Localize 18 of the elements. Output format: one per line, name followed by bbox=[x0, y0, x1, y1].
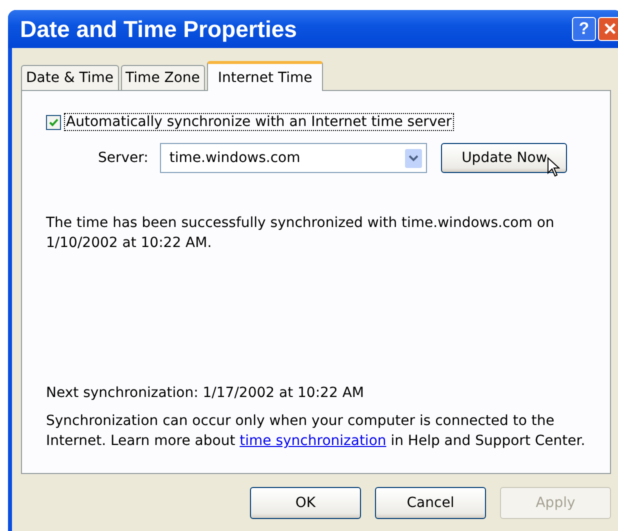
info-paragraph: Synchronization can occur only when your computer is connected to the Internet. Learn more about time synchronization in Help and Support Center. bbox=[46, 412, 586, 451]
mouse-pointer-icon bbox=[547, 157, 560, 177]
checkbox[interactable] bbox=[46, 114, 61, 130]
dialog-button[interactable]: Cancel bbox=[375, 487, 486, 519]
checkbox-label[interactable]: Automatically synchronize with an Internet time server bbox=[64, 113, 454, 131]
server-dropdown[interactable]: time.windows.com bbox=[160, 143, 428, 173]
help-button[interactable]: ? bbox=[572, 17, 596, 41]
window-title: Date and Time Properties bbox=[20, 16, 297, 42]
sync-status-text: The time has been successfully synchronized with time.windows.com on 1/10/2002 at 10:22 AM. bbox=[46, 214, 556, 253]
close-button[interactable]: × bbox=[598, 17, 618, 41]
dialog-button[interactable]: OK bbox=[250, 487, 361, 519]
help-link[interactable]: time synchronization bbox=[240, 433, 386, 449]
server-label: Server: bbox=[98, 150, 148, 166]
next-sync-text: Next synchronization: 1/17/2002 at 10:22 AM bbox=[46, 385, 365, 401]
tab[interactable]: Date & Time bbox=[21, 65, 119, 90]
update-now-button[interactable]: Update Now bbox=[441, 143, 568, 173]
tab[interactable]: Time Zone bbox=[120, 65, 205, 90]
tab[interactable]: Internet Time bbox=[206, 61, 324, 91]
